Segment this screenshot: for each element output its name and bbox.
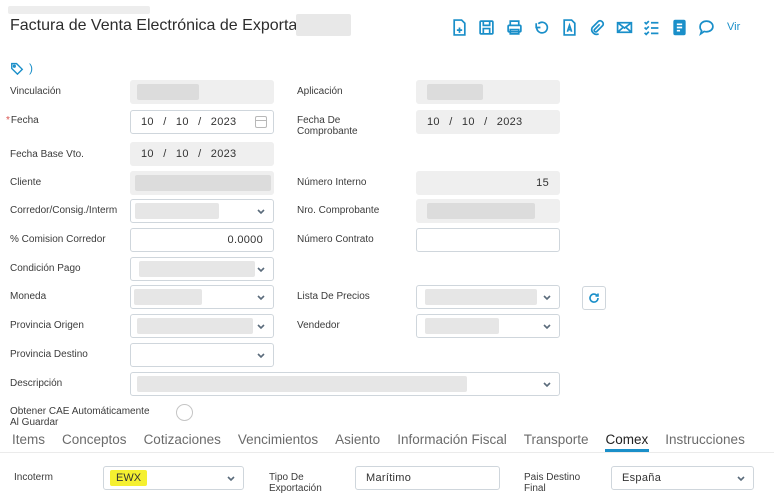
- redacted-value: [137, 376, 467, 392]
- corredor-select[interactable]: [130, 199, 274, 223]
- numero-interno-label: Número Interno: [297, 177, 367, 188]
- chevron-down-icon: [256, 321, 266, 331]
- tipo-exportacion-input[interactable]: Marítimo: [355, 466, 500, 490]
- redacted-value: [134, 289, 202, 305]
- revert-icon[interactable]: [533, 18, 551, 36]
- pdf-icon[interactable]: [560, 18, 578, 36]
- tipo-exportacion-label: Tipo De Exportación: [269, 472, 322, 494]
- print-icon[interactable]: [505, 18, 523, 36]
- pais-destino-select[interactable]: España: [611, 466, 754, 490]
- comment-icon[interactable]: [698, 18, 716, 36]
- redacted-value: [135, 175, 271, 191]
- chevron-down-icon: [542, 292, 552, 302]
- aplicacion-label: Aplicación: [297, 86, 343, 97]
- fecha-base-field: 10 / 10 / 2023: [130, 142, 274, 166]
- comision-input[interactable]: 0.0000: [130, 228, 274, 252]
- chevron-down-icon: [256, 206, 266, 216]
- redacted-value: [135, 203, 219, 219]
- numero-interno-field: 15: [416, 171, 560, 195]
- condicion-pago-select[interactable]: [130, 257, 274, 281]
- chevron-right-icon: ): [29, 61, 33, 75]
- descripcion-select[interactable]: [130, 372, 560, 396]
- tab-items[interactable]: Items: [12, 432, 45, 447]
- fecha-comprobante-label: Fecha De Comprobante: [297, 115, 358, 137]
- page-title: Factura de Venta Electrónica de Exportac…: [10, 17, 327, 34]
- comision-label: % Comision Corredor: [10, 234, 106, 245]
- toolbar: Vir: [450, 18, 740, 36]
- lista-precios-label: Lista De Precios: [297, 291, 370, 302]
- moneda-label: Moneda: [10, 291, 47, 302]
- notes-icon[interactable]: [670, 18, 688, 36]
- incoterm-label: Incoterm: [14, 472, 53, 483]
- tags-toggle[interactable]: ): [10, 61, 33, 75]
- incoterm-value: EWX: [110, 470, 148, 486]
- chevron-down-icon: [736, 473, 746, 483]
- chevron-down-icon: [542, 379, 552, 389]
- redacted-value: [425, 289, 537, 305]
- fecha-input[interactable]: 10 / 10 / 2023: [130, 110, 274, 134]
- fecha-label: *Fecha: [6, 115, 39, 126]
- fecha-comprobante-field: 10 / 10 / 2023: [416, 110, 560, 134]
- provincia-destino-label: Provincia Destino: [10, 349, 88, 360]
- cliente-label: Cliente: [10, 177, 42, 188]
- calendar-icon[interactable]: [255, 116, 267, 128]
- vendedor-label: Vendedor: [297, 320, 340, 331]
- mail-icon[interactable]: [615, 18, 633, 36]
- tab-conceptos[interactable]: Conceptos: [62, 432, 127, 447]
- chevron-down-icon: [256, 264, 266, 274]
- numero-contrato-label: Número Contrato: [297, 234, 374, 245]
- chevron-down-icon: [542, 321, 552, 331]
- vinculacion-field: [130, 80, 274, 104]
- chevron-down-icon: [256, 350, 266, 360]
- fecha-base-label: Fecha Base Vto.: [10, 149, 84, 160]
- provincia-origen-select[interactable]: [130, 314, 274, 338]
- tab-bar: Items Conceptos Cotizaciones Vencimiento…: [12, 432, 762, 452]
- incoterm-select[interactable]: EWX: [103, 466, 244, 490]
- tab-instrucciones[interactable]: Instrucciones: [665, 432, 745, 447]
- tab-cotizaciones[interactable]: Cotizaciones: [144, 432, 221, 447]
- tab-transporte[interactable]: Transporte: [524, 432, 589, 447]
- redacted-value: [425, 318, 499, 334]
- redacted-value: [427, 203, 535, 219]
- moneda-select[interactable]: [130, 285, 274, 309]
- lista-precios-select[interactable]: [416, 285, 560, 309]
- cliente-field[interactable]: [130, 171, 274, 195]
- checklist-icon[interactable]: [643, 18, 661, 36]
- tag-icon: [11, 62, 24, 75]
- vendedor-select[interactable]: [416, 314, 560, 338]
- redacted-value: [139, 261, 255, 277]
- provincia-origen-label: Provincia Origen: [10, 320, 84, 331]
- descripcion-label: Descripción: [10, 378, 63, 389]
- chevron-down-icon: [256, 292, 266, 302]
- save-icon[interactable]: [478, 18, 496, 36]
- nro-comprobante-label: Nro. Comprobante: [297, 205, 380, 216]
- refresh-icon: [589, 293, 599, 303]
- pais-destino-label: Pais Destino Final: [524, 472, 581, 494]
- tab-informacion-fiscal[interactable]: Información Fiscal: [397, 432, 507, 447]
- aplicacion-field: [416, 80, 560, 104]
- tab-asiento[interactable]: Asiento: [335, 432, 380, 447]
- numero-contrato-input[interactable]: [416, 228, 560, 252]
- redacted-block: [8, 6, 150, 14]
- refresh-button[interactable]: [582, 286, 606, 310]
- redacted-value: [427, 84, 483, 100]
- redacted-block: [296, 14, 351, 36]
- provincia-destino-select[interactable]: [130, 343, 274, 367]
- tab-vencimientos[interactable]: Vencimientos: [238, 432, 318, 447]
- chevron-down-icon: [226, 473, 236, 483]
- new-doc-icon[interactable]: [450, 18, 468, 36]
- redacted-value: [137, 318, 253, 334]
- condicion-pago-label: Condición Pago: [10, 263, 81, 274]
- nro-comprobante-field: [416, 199, 560, 223]
- cae-toggle[interactable]: [176, 404, 193, 421]
- cae-label: Obtener CAE Automáticamente Al Guardar: [10, 406, 150, 428]
- redacted-value: [137, 84, 199, 100]
- tab-comex[interactable]: Comex: [604, 432, 650, 452]
- more-menu[interactable]: Vir: [727, 21, 740, 33]
- tab-divider: [0, 452, 774, 453]
- corredor-label: Corredor/Consig./Interm: [10, 205, 118, 216]
- attach-icon[interactable]: [588, 18, 606, 36]
- vinculacion-label: Vinculación: [10, 86, 61, 97]
